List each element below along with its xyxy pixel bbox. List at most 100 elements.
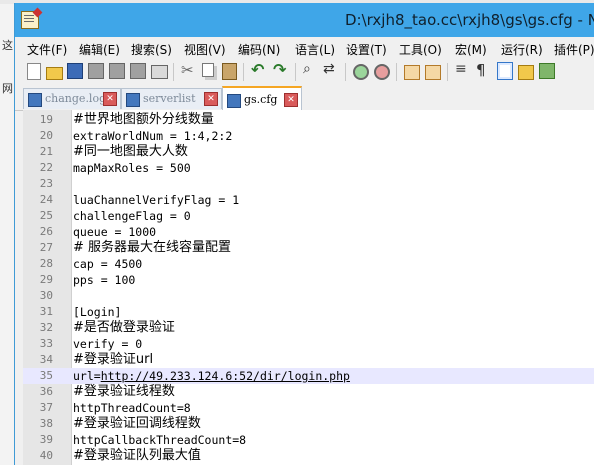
close-file-icon[interactable] xyxy=(109,63,125,79)
code-line[interactable]: 32 #是否做登录验证 xyxy=(23,320,594,336)
notepad-app-icon[interactable] xyxy=(21,11,39,29)
zoom-in-icon[interactable] xyxy=(353,64,369,80)
code-line[interactable]: 31 [Login] xyxy=(23,304,594,320)
code-text: httpCallbackThreadCount=8 xyxy=(73,432,246,448)
menu-encoding[interactable]: 编码(N) xyxy=(238,41,280,58)
print-icon[interactable] xyxy=(151,65,168,79)
line-number: 27 xyxy=(39,241,53,254)
find-icon[interactable]: ⌕ xyxy=(303,61,320,78)
redo-icon[interactable]: ↷ xyxy=(273,60,290,79)
menu-view[interactable]: 视图(V) xyxy=(184,41,226,58)
line-number: 25 xyxy=(39,209,53,222)
code-line[interactable]: 21 #同一地图最大人数 xyxy=(23,144,594,160)
code-line[interactable]: 26 queue = 1000 xyxy=(23,224,594,240)
code-text-segment: #同一地图最大人数 xyxy=(73,144,188,159)
save-all-icon[interactable] xyxy=(88,63,104,79)
undo-icon[interactable]: ↶ xyxy=(251,60,268,79)
code-text: queue = 1000 xyxy=(73,224,156,240)
open-file-icon[interactable] xyxy=(46,67,63,80)
file-icon xyxy=(227,94,241,108)
code-text-segment: url= xyxy=(73,369,101,383)
code-line[interactable]: 29 pps = 100 xyxy=(23,272,594,288)
sync-vertical-icon[interactable] xyxy=(404,65,420,80)
menu-plugins[interactable]: 插件(P) xyxy=(554,41,594,58)
code-text: mapMaxRoles = 500 xyxy=(73,160,191,176)
toolbar-separator xyxy=(447,63,448,81)
copy-icon[interactable] xyxy=(202,63,214,77)
code-line[interactable]: 19 #世界地图额外分线数量 xyxy=(23,112,594,128)
tab-gs-cfg[interactable]: gs.cfg ✕ xyxy=(222,86,302,111)
replace-icon[interactable]: ⇄ xyxy=(323,61,340,78)
text-editor[interactable]: 19 #世界地图额外分线数量 20 extraWorldNum = 1:4,2:2 21… xyxy=(23,110,594,465)
code-text: challengeFlag = 0 xyxy=(73,208,191,224)
window-title: D:\rxjh8_tao.cc\rxjh8\gs\gs.cfg - No xyxy=(345,11,594,29)
toolbar: ✂ ↶ ↷ ⌕ ⇄ ≡ ¶ xyxy=(15,59,594,85)
close-icon[interactable]: ✕ xyxy=(284,93,298,107)
tab-serverlist[interactable]: serverlist ✕ xyxy=(121,88,222,109)
code-line[interactable]: 37 httpThreadCount=8 xyxy=(23,400,594,416)
code-text: # 服务器最大在线容量配置 xyxy=(73,240,231,256)
url-link[interactable]: http://49.233.124.6:52/dir/login.php xyxy=(101,369,350,383)
code-line[interactable]: 23 xyxy=(23,176,594,192)
close-all-icon[interactable] xyxy=(130,63,146,79)
code-line[interactable]: 20 extraWorldNum = 1:4,2:2 xyxy=(23,128,594,144)
sync-horizontal-icon[interactable] xyxy=(425,65,441,80)
close-icon[interactable]: ✕ xyxy=(103,92,117,106)
code-line[interactable]: 35 url=http://49.233.124.6:52/dir/login.p… xyxy=(23,368,594,384)
close-icon[interactable]: ✕ xyxy=(204,92,218,106)
code-text-segment: mapMaxRoles = 500 xyxy=(73,161,191,175)
word-wrap-icon[interactable]: ≡ xyxy=(455,61,472,78)
menu-search[interactable]: 搜索(S) xyxy=(131,41,172,58)
code-text: [Login] xyxy=(73,304,121,320)
line-number: 21 xyxy=(39,145,53,158)
plugin-icon[interactable] xyxy=(539,63,555,79)
menu-run[interactable]: 运行(R) xyxy=(501,41,543,58)
code-line[interactable]: 33 verify = 0 xyxy=(23,336,594,352)
code-text-segment: luaChannelVerifyFlag = 1 xyxy=(73,193,240,207)
tab-change-log[interactable]: change.log ✕ xyxy=(23,88,121,109)
code-text: #登录验证url xyxy=(73,352,153,368)
paste-icon[interactable] xyxy=(222,63,237,80)
code-line[interactable]: 25 challengeFlag = 0 xyxy=(23,208,594,224)
menu-tools[interactable]: 工具(O) xyxy=(399,41,442,58)
code-line[interactable]: 28 cap = 4500 xyxy=(23,256,594,272)
zoom-out-icon[interactable] xyxy=(374,64,390,80)
line-number: 37 xyxy=(39,401,53,414)
menu-file[interactable]: 文件(F) xyxy=(27,41,67,58)
code-text: luaChannelVerifyFlag = 1 xyxy=(73,192,239,208)
desktop-label: 网 xyxy=(2,82,13,95)
code-line[interactable]: 34 #登录验证url xyxy=(23,352,594,368)
code-text-segment: #登录验证url xyxy=(73,352,154,367)
code-line[interactable]: 38 #登录验证回调线程数 xyxy=(23,416,594,432)
menu-macro[interactable]: 宏(M) xyxy=(455,41,487,58)
code-text-segment: #是否做登录验证 xyxy=(73,320,175,335)
code-line[interactable]: 27 # 服务器最大在线容量配置 xyxy=(23,240,594,256)
code-text: #登录验证队列最大值 xyxy=(73,448,201,464)
menu-settings[interactable]: 设置(T) xyxy=(346,41,387,58)
code-line[interactable]: 39 httpCallbackThreadCount=8 xyxy=(23,432,594,448)
save-icon[interactable] xyxy=(67,63,83,79)
title-bar[interactable]: D:\rxjh8_tao.cc\rxjh8\gs\gs.cfg - No xyxy=(15,3,594,37)
line-number: 40 xyxy=(39,449,53,462)
indent-guide-icon[interactable] xyxy=(497,62,513,80)
line-number: 22 xyxy=(39,161,53,174)
line-number: 24 xyxy=(39,193,53,206)
code-line[interactable]: 22 mapMaxRoles = 500 xyxy=(23,160,594,176)
code-line[interactable]: 36 #登录验证线程数 xyxy=(23,384,594,400)
menu-edit[interactable]: 编辑(E) xyxy=(79,41,120,58)
line-number: 30 xyxy=(39,289,53,302)
menu-language[interactable]: 语言(L) xyxy=(295,41,335,58)
new-file-icon[interactable] xyxy=(27,63,41,80)
code-line[interactable]: 24 luaChannelVerifyFlag = 1 xyxy=(23,192,594,208)
code-line[interactable]: 30 xyxy=(23,288,594,304)
select-icon[interactable] xyxy=(518,65,534,80)
code-text: #是否做登录验证 xyxy=(73,320,175,336)
code-line[interactable]: 40 #登录验证队列最大值 xyxy=(23,448,594,464)
desktop-background: 这 网 xyxy=(0,0,15,465)
cut-icon[interactable]: ✂ xyxy=(181,61,198,79)
toolbar-separator xyxy=(345,63,346,81)
code-text: #同一地图最大人数 xyxy=(73,144,188,160)
code-text-segment: cap = 4500 xyxy=(73,257,143,271)
show-all-characters-icon[interactable]: ¶ xyxy=(476,61,493,79)
line-number: 38 xyxy=(39,417,53,430)
